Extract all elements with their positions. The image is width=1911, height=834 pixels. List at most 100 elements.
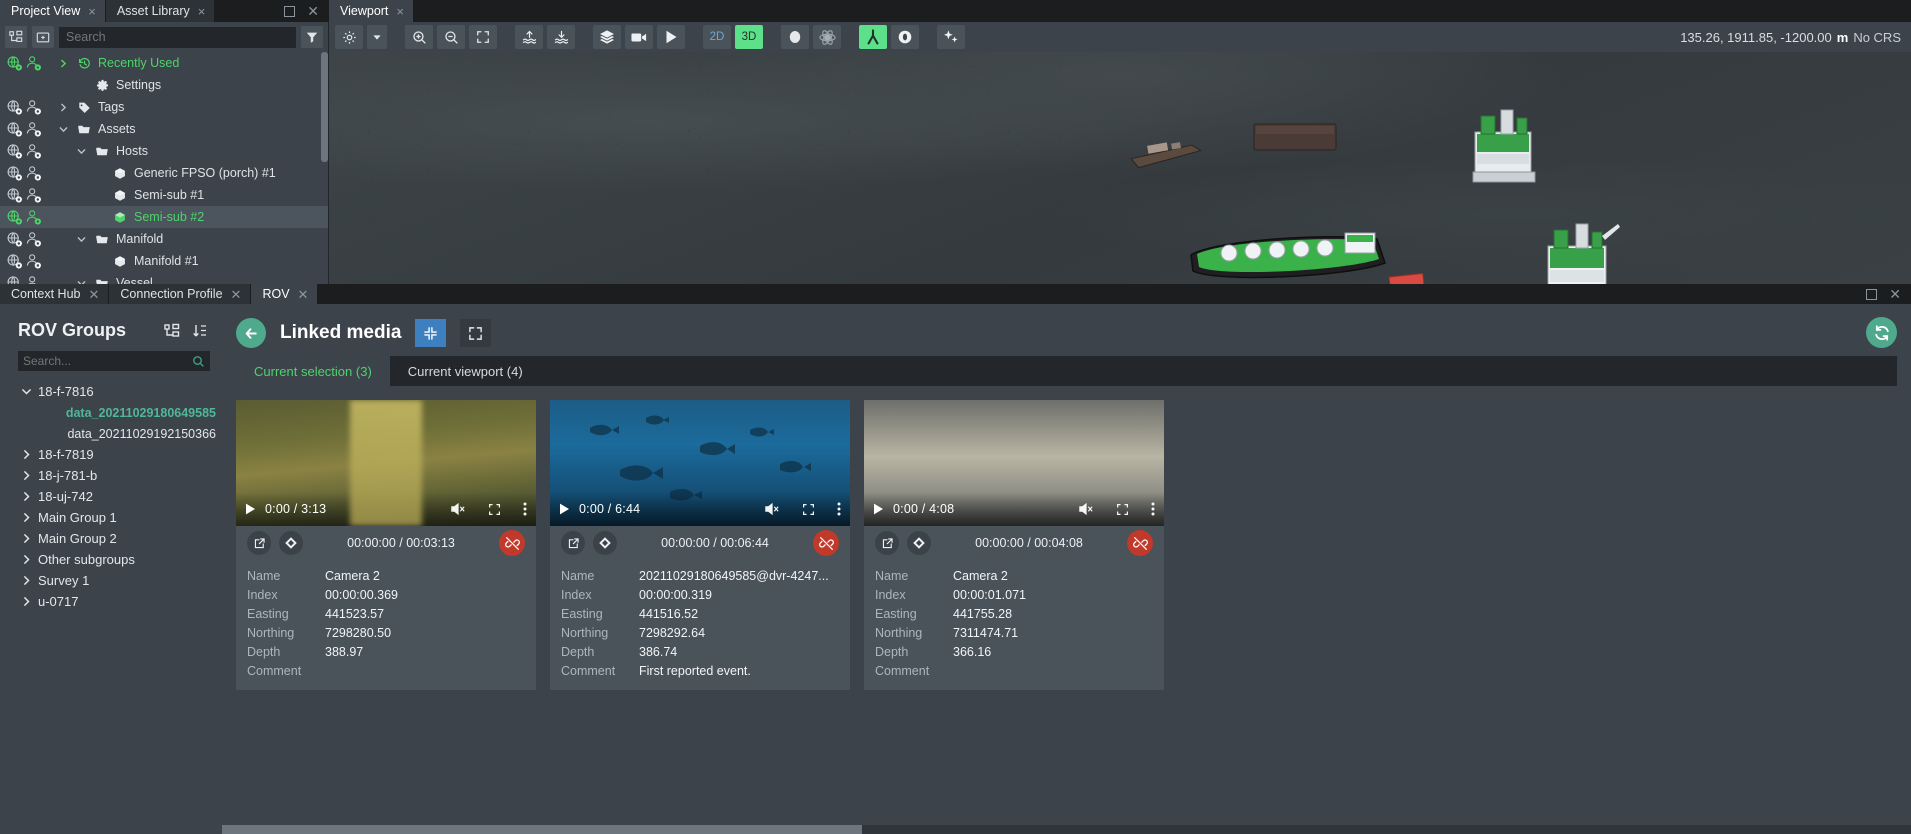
rov-group-item[interactable]: data_20211029180649585 <box>12 402 216 423</box>
close-icon[interactable]: × <box>396 5 404 18</box>
chevron-right-icon[interactable] <box>20 533 32 544</box>
restore-icon[interactable] <box>1866 288 1878 300</box>
user-status-icon[interactable] <box>25 165 42 182</box>
chevron-right-icon[interactable] <box>56 59 70 68</box>
chevron-down-icon[interactable] <box>74 235 88 244</box>
rov-group-item[interactable]: 18-f-7819 <box>12 444 216 465</box>
search-icon[interactable] <box>192 355 205 368</box>
lower-water-level-button[interactable] <box>547 25 575 49</box>
effects-button[interactable] <box>937 25 965 49</box>
play-icon[interactable] <box>245 503 256 515</box>
rov-group-item[interactable]: Main Group 1 <box>12 507 216 528</box>
more-vertical-icon[interactable] <box>837 502 841 516</box>
close-icon[interactable]: ✕ <box>1889 287 1901 301</box>
video-thumbnail[interactable]: 0:00 / 6:44 <box>550 400 850 526</box>
user-status-icon[interactable] <box>25 143 42 160</box>
rov-group-item[interactable]: 18-f-7816 <box>12 381 216 402</box>
user-status-icon[interactable] <box>25 99 42 116</box>
muted-icon[interactable] <box>450 502 466 516</box>
raise-water-level-button[interactable] <box>515 25 543 49</box>
expand-arrows-icon[interactable] <box>460 319 492 347</box>
diamond-marker-icon[interactable] <box>907 531 931 555</box>
more-vertical-icon[interactable] <box>1151 502 1155 516</box>
video-thumbnail[interactable]: 0:00 / 3:13 <box>236 400 536 526</box>
window-tab-project-view[interactable]: Project View × <box>0 0 106 22</box>
window-tab-asset-library[interactable]: Asset Library × <box>105 0 216 22</box>
settings-gear-button[interactable] <box>335 25 363 49</box>
zoom-out-button[interactable] <box>437 25 465 49</box>
user-status-icon[interactable] <box>25 253 42 270</box>
group-tree-icon[interactable] <box>162 321 182 341</box>
close-icon[interactable]: ✕ <box>88 288 99 301</box>
view-3d-button[interactable]: 3D <box>735 25 763 49</box>
refresh-button[interactable] <box>1866 317 1897 348</box>
fullscreen-icon[interactable] <box>488 503 501 516</box>
3d-scene[interactable] <box>329 52 1911 284</box>
open-external-icon[interactable] <box>561 531 585 555</box>
media-tab-current-viewport[interactable]: Current viewport (4) <box>389 356 541 386</box>
chevron-down-icon[interactable] <box>74 147 88 156</box>
fullscreen-icon[interactable] <box>802 503 815 516</box>
globe-status-icon[interactable] <box>6 121 23 138</box>
unlink-icon[interactable] <box>499 530 525 556</box>
play-icon[interactable] <box>873 503 884 515</box>
globe-status-icon[interactable] <box>6 209 23 226</box>
tree-view-icon[interactable] <box>5 26 27 48</box>
chevron-right-icon[interactable] <box>20 596 32 607</box>
unlink-icon[interactable] <box>813 530 839 556</box>
diamond-marker-icon[interactable] <box>593 531 617 555</box>
open-external-icon[interactable] <box>247 531 271 555</box>
sort-az-icon[interactable] <box>190 321 210 341</box>
more-vertical-icon[interactable] <box>523 502 527 516</box>
user-status-icon[interactable] <box>25 187 42 204</box>
asset-tree-item-hosts[interactable]: Hosts <box>48 140 328 162</box>
linked-media-scrollbar[interactable] <box>222 825 1911 834</box>
unlink-icon[interactable] <box>1127 530 1153 556</box>
user-status-icon[interactable] <box>25 55 42 72</box>
zoom-in-button[interactable] <box>405 25 433 49</box>
chevron-right-icon[interactable] <box>20 470 32 481</box>
globe-status-icon[interactable] <box>6 143 23 160</box>
globe-status-icon[interactable] <box>6 275 23 285</box>
chevron-right-icon[interactable] <box>20 449 32 460</box>
close-icon[interactable]: × <box>88 5 96 18</box>
close-icon[interactable]: ✕ <box>307 4 319 18</box>
user-status-icon[interactable] <box>25 121 42 138</box>
close-icon[interactable]: ✕ <box>298 288 309 301</box>
rov-group-item[interactable]: 18-uj-742 <box>12 486 216 507</box>
diamond-marker-icon[interactable] <box>279 531 303 555</box>
user-status-icon[interactable] <box>25 275 42 285</box>
rov-group-item[interactable]: 18-j-781-b <box>12 465 216 486</box>
chevron-right-icon[interactable] <box>20 575 32 586</box>
asset-tree-item-manifold-1[interactable]: Manifold #1 <box>48 250 328 272</box>
video-thumbnail[interactable]: 0:00 / 4:08 <box>864 400 1164 526</box>
rov-search-input[interactable] <box>23 354 192 368</box>
settings-dropdown-button[interactable] <box>367 25 387 49</box>
asset-tree-item-tags[interactable]: Tags <box>48 96 328 118</box>
globe-status-icon[interactable] <box>6 55 23 72</box>
asset-tree-item-recently-used[interactable]: Recently Used <box>48 52 328 74</box>
collapse-arrows-icon[interactable] <box>415 319 447 347</box>
chevron-right-icon[interactable] <box>56 103 70 112</box>
fit-to-screen-button[interactable] <box>469 25 497 49</box>
user-status-icon[interactable] <box>25 209 42 226</box>
globe-status-icon[interactable] <box>6 253 23 270</box>
play-button[interactable] <box>657 25 685 49</box>
close-icon[interactable]: ✕ <box>231 288 242 301</box>
muted-icon[interactable] <box>1078 502 1094 516</box>
rov-group-item[interactable]: Other subgroups <box>12 549 216 570</box>
dock-tab-rov[interactable]: ROV ✕ <box>251 284 319 304</box>
chevron-down-icon[interactable] <box>56 125 70 134</box>
record-button[interactable] <box>625 25 653 49</box>
media-tab-current-selection[interactable]: Current selection (3) <box>236 356 390 386</box>
view-2d-button[interactable]: 2D <box>703 25 731 49</box>
new-folder-icon[interactable] <box>32 26 54 48</box>
chevron-down-icon[interactable] <box>74 279 88 284</box>
open-external-icon[interactable] <box>875 531 899 555</box>
rov-search-box[interactable] <box>18 351 210 371</box>
walk-mode-button[interactable] <box>859 25 887 49</box>
asset-tree-item-manifold[interactable]: Manifold <box>48 228 328 250</box>
chevron-right-icon[interactable] <box>20 512 32 523</box>
chevron-down-icon[interactable] <box>20 386 32 397</box>
asset-tree-item-vessel[interactable]: Vessel <box>48 272 328 284</box>
